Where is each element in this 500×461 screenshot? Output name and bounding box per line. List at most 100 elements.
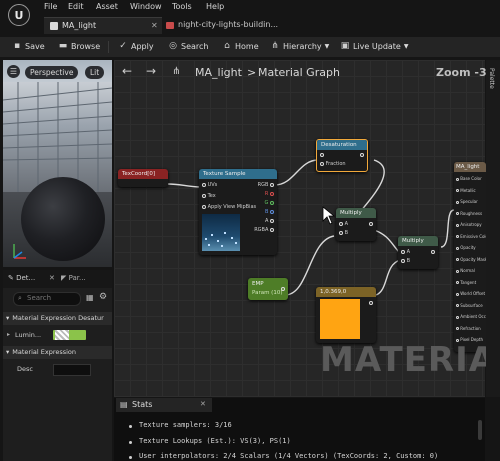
menu-tools[interactable]: Tools (172, 2, 192, 11)
pin-g[interactable]: G (265, 200, 274, 206)
pin-b[interactable]: B (265, 209, 274, 215)
node-multiply-1[interactable]: Multiply A B (336, 208, 376, 241)
menu-file[interactable]: File (44, 2, 57, 11)
tab-night-city[interactable]: night-city-lights-buildin... (162, 17, 312, 34)
menu-window[interactable]: Window (130, 2, 162, 11)
node-desaturation[interactable]: Desaturation Fraction (316, 139, 368, 172)
result-pin[interactable]: Emissive Color (456, 234, 486, 239)
unreal-logo-icon[interactable]: U (8, 4, 30, 26)
preview-viewport[interactable]: ☰ Perspective Lit (3, 60, 112, 267)
result-pin[interactable]: Metallic (456, 188, 476, 193)
node-constant-color[interactable]: 1,0.369,0 (316, 287, 376, 343)
pin-rgba[interactable]: RGBA (254, 227, 274, 233)
pin-a[interactable]: A (401, 249, 410, 255)
menu-edit[interactable]: Edit (68, 2, 84, 11)
apply-button[interactable]: ✓ Apply (118, 41, 153, 51)
pin-b[interactable]: B (339, 230, 348, 236)
details-search-input[interactable]: ⌕ Search (13, 292, 81, 306)
pin-r[interactable]: R (265, 191, 274, 197)
result-pin[interactable]: Roughness (456, 211, 482, 216)
tab-label: night-city-lights-buildin... (178, 20, 279, 29)
pencil-icon: ✎ (8, 274, 17, 282)
pin-output[interactable] (431, 249, 435, 255)
node-multiply-2[interactable]: Multiply A B (398, 236, 438, 269)
result-pin[interactable]: Opacity (456, 245, 476, 250)
result-pin[interactable]: Ambient Occl (456, 314, 486, 319)
mouse-cursor-icon (322, 206, 336, 225)
perspective-button[interactable]: Perspective (25, 66, 79, 79)
viewport-menu-icon[interactable]: ☰ (7, 65, 20, 78)
desc-label: Desc (17, 365, 33, 373)
node-texture-sample[interactable]: Texture Sample UVs Tex Apply View MipBia… (199, 169, 277, 255)
result-pin[interactable]: Tangent (456, 280, 476, 285)
pin-apply-view-mipbias[interactable]: Apply View MipBias (202, 204, 256, 210)
pin-uvs[interactable]: UVs (202, 182, 217, 188)
result-pin[interactable]: Opacity Mask (456, 257, 486, 262)
pin-fraction[interactable]: Fraction (320, 161, 346, 167)
home-button[interactable]: ⌂ Home (222, 41, 259, 51)
save-button[interactable]: ▪ Save (12, 41, 45, 51)
close-icon[interactable]: ✕ (200, 400, 206, 408)
pin-a[interactable]: A (265, 218, 274, 224)
node-emp-param[interactable]: EMP Param (10) (248, 278, 288, 300)
result-pin[interactable]: Subsurface (456, 303, 483, 308)
lit-button[interactable]: Lit (85, 66, 105, 79)
texture-icon (166, 22, 174, 29)
building-windows (3, 82, 112, 192)
stats-tab[interactable]: ▤ Stats ✕ (116, 398, 212, 412)
node-title: Multiply (336, 208, 376, 218)
luminance-row: ▸ Lumin... (3, 327, 112, 343)
pin-output[interactable] (369, 300, 373, 306)
close-icon[interactable]: ✕ (151, 21, 158, 30)
section-header-material-expression[interactable]: ▾ Material Expression (3, 346, 112, 359)
preview-sphere (21, 177, 105, 261)
parameters-tab[interactable]: ◤ Par... (61, 274, 86, 282)
node-texcoord[interactable]: TexCoord[0] (118, 169, 168, 187)
stat-texture-samplers: Texture samplers: 3/16 (139, 421, 232, 429)
section-header-desaturation[interactable]: ▾ Material Expression Desatur (3, 312, 112, 325)
result-pin[interactable]: Normal (456, 268, 475, 273)
node-title: Multiply (398, 236, 438, 246)
pin-output[interactable] (369, 221, 373, 227)
hierarchy-label: Hierarchy (283, 41, 322, 51)
palette-sidebar[interactable]: Palette (486, 60, 500, 397)
result-pin[interactable]: Base Color (456, 176, 482, 181)
save-icon: ▪ (13, 41, 21, 51)
close-icon[interactable]: ✕ (49, 274, 55, 282)
grid-view-icon[interactable]: ▦ (86, 293, 94, 302)
menu-asset[interactable]: Asset (96, 2, 118, 11)
section-title: Material Expression Desatur (12, 314, 104, 322)
node-title: TexCoord[0] (118, 169, 168, 179)
parameters-icon: ◤ (61, 274, 69, 282)
pin-output[interactable] (360, 152, 364, 158)
live-update-button[interactable]: ▣ Live Update ▼ (340, 41, 409, 51)
menu-help[interactable]: Help (206, 2, 224, 11)
result-pin[interactable]: Anisotropy (456, 222, 482, 227)
gear-icon[interactable]: ⚙ (99, 292, 107, 302)
stats-scrollbar[interactable] (478, 420, 482, 440)
home-label: Home (235, 41, 259, 51)
binoculars-icon: ◎ (169, 41, 177, 51)
result-pin[interactable]: Refraction (456, 326, 481, 331)
tab-ma-light[interactable]: MA_light ✕ (44, 17, 162, 34)
details-tab[interactable]: ✎ Det... (8, 274, 35, 282)
result-pin[interactable]: World Offset (456, 291, 485, 296)
hierarchy-button[interactable]: ⋔ Hierarchy ▼ (270, 41, 329, 51)
node-material-result[interactable]: MA_light Base Color Metallic Specular Ro… (454, 162, 486, 352)
hierarchy-icon: ⋔ (271, 41, 279, 51)
desc-row: Desc (3, 361, 112, 377)
browse-label: Browse (71, 41, 101, 51)
pin-tex[interactable]: Tex (202, 193, 216, 199)
pin-output[interactable] (281, 286, 285, 292)
result-pin[interactable]: Specular (456, 199, 478, 204)
browse-button[interactable]: ▬ Browse (58, 41, 100, 51)
pin-a[interactable]: A (339, 221, 348, 227)
search-button[interactable]: ◎ Search (168, 41, 208, 51)
pin-input[interactable] (320, 152, 324, 158)
live-update-label: Live Update (353, 41, 401, 51)
pin-rgb[interactable]: RGB (258, 182, 274, 188)
pin-b[interactable]: B (401, 258, 410, 264)
desc-input[interactable] (53, 364, 91, 376)
node-title: Desaturation (317, 140, 367, 150)
material-icon (50, 22, 58, 30)
